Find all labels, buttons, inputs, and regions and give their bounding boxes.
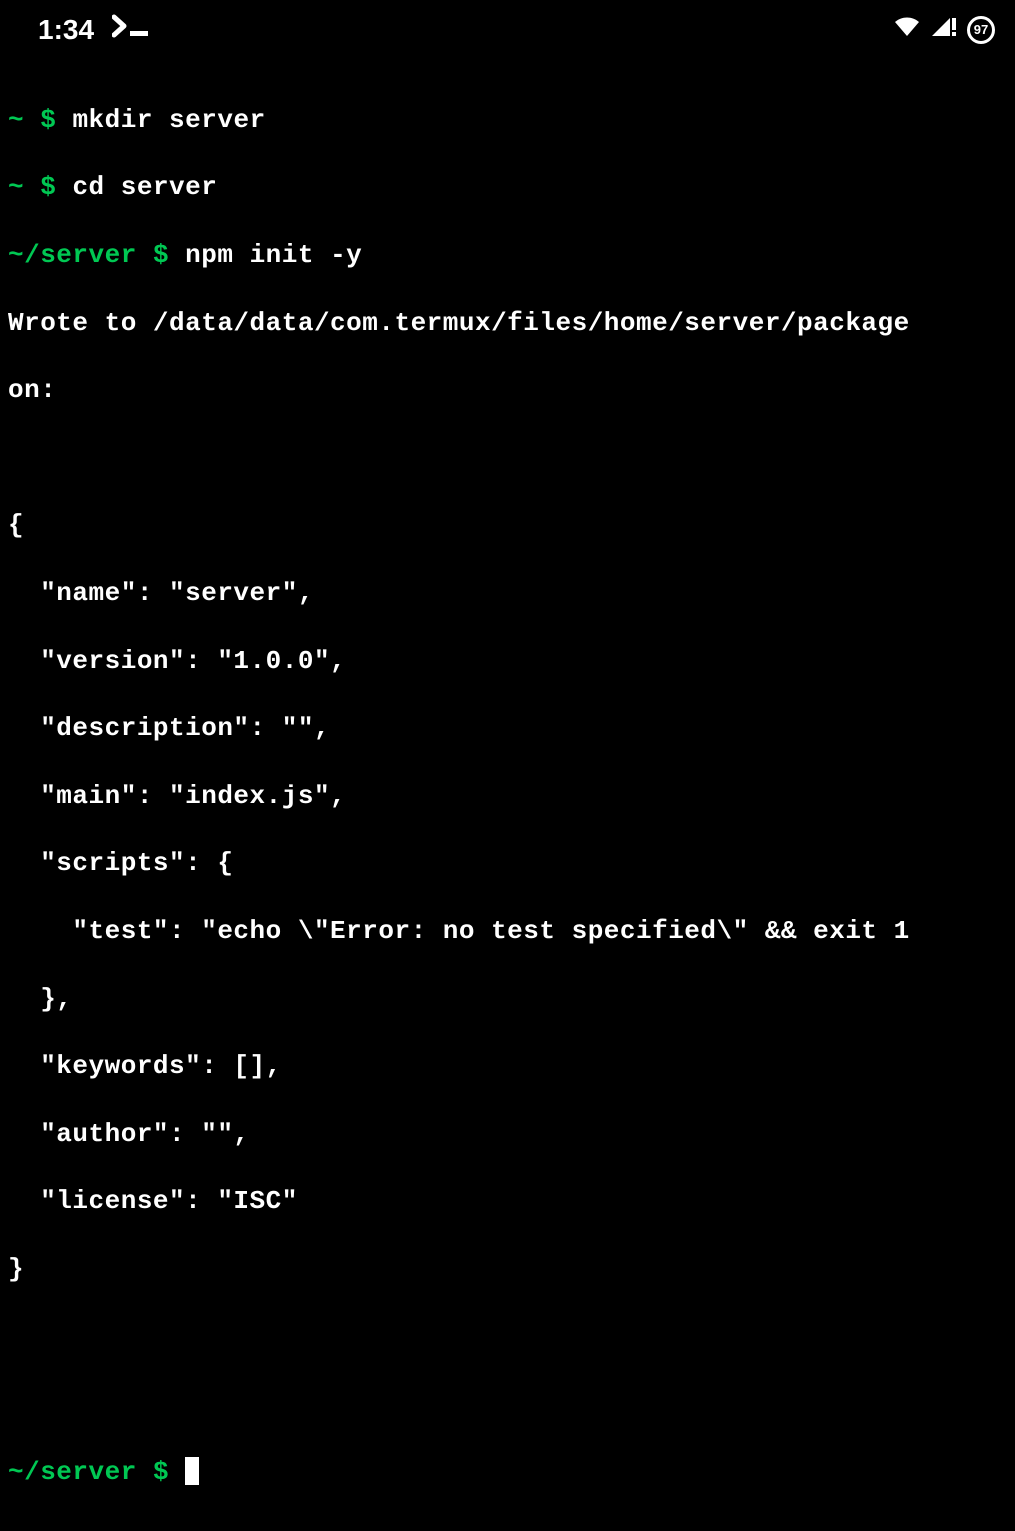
output-line: "author": "", (8, 1118, 1007, 1152)
status-bar: 1:34 97 (0, 0, 1015, 55)
output-line: { (8, 509, 1007, 543)
output-line: "license": "ISC" (8, 1185, 1007, 1219)
cellular-signal-icon (931, 13, 957, 47)
battery-indicator: 97 (967, 16, 995, 44)
output-line: Wrote to /data/data/com.termux/files/hom… (8, 307, 1007, 341)
terminal-app-icon (112, 13, 154, 48)
prompt-dollar: $ (40, 105, 56, 135)
terminal-line: ~/server $ npm init -y (8, 239, 1007, 273)
output-line (8, 442, 1007, 476)
output-line (8, 1320, 1007, 1354)
output-line (8, 1388, 1007, 1422)
prompt-path: ~ (8, 105, 24, 135)
battery-level: 97 (974, 22, 988, 39)
prompt-path: ~/server (8, 1457, 137, 1487)
output-line: "name": "server", (8, 577, 1007, 611)
prompt-dollar: $ (40, 172, 56, 202)
output-line: "main": "index.js", (8, 780, 1007, 814)
cursor (185, 1457, 199, 1485)
prompt-dollar: $ (153, 1457, 169, 1487)
output-line: } (8, 1253, 1007, 1287)
prompt-path: ~ (8, 172, 24, 202)
prompt-dollar: $ (153, 240, 169, 270)
status-right: 97 (893, 13, 995, 47)
output-line: "description": "", (8, 712, 1007, 746)
terminal-line: ~ $ cd server (8, 171, 1007, 205)
command-text: cd server (72, 172, 217, 202)
output-line: on: (8, 374, 1007, 408)
command-text: npm init -y (185, 240, 362, 270)
terminal-area[interactable]: ~ $ mkdir server ~ $ cd server ~/server … (0, 55, 1015, 1531)
output-line: "scripts": { (8, 847, 1007, 881)
terminal-line: ~ $ mkdir server (8, 104, 1007, 138)
output-line: "keywords": [], (8, 1050, 1007, 1084)
terminal-current-line[interactable]: ~/server $ (8, 1456, 1007, 1490)
output-line: "test": "echo \"Error: no test specified… (8, 915, 1007, 949)
output-line: }, (8, 983, 1007, 1017)
prompt-path: ~/server (8, 240, 137, 270)
status-left: 1:34 (38, 12, 154, 48)
output-line: "version": "1.0.0", (8, 645, 1007, 679)
wifi-icon (893, 13, 921, 47)
clock: 1:34 (38, 12, 94, 48)
command-text: mkdir server (72, 105, 265, 135)
